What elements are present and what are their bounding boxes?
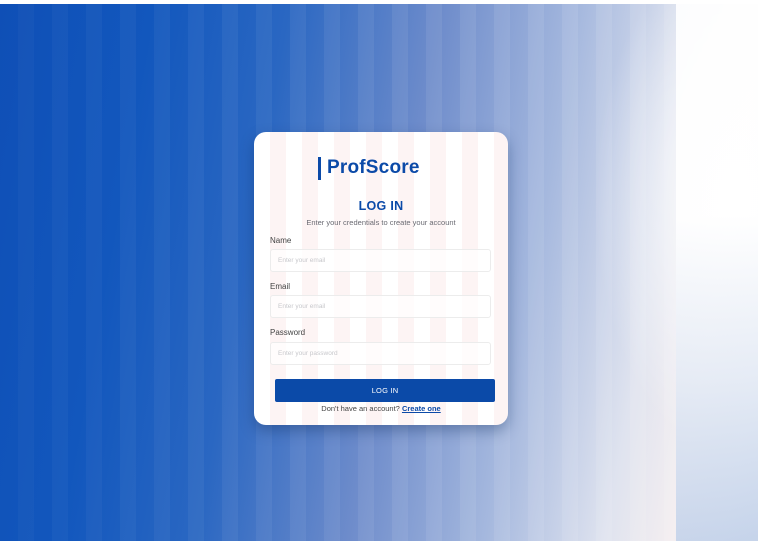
email-label: Email: [270, 282, 291, 291]
password-input[interactable]: [270, 342, 491, 365]
name-input[interactable]: [270, 249, 491, 272]
right-edge-fade: [676, 0, 758, 541]
top-edge: [0, 0, 758, 4]
login-card: ProfScore LOG IN Enter your credentials …: [254, 132, 508, 425]
form-subtitle: Enter your credentials to create your ac…: [306, 218, 456, 227]
email-input[interactable]: [270, 295, 491, 318]
password-label: Password: [270, 328, 306, 337]
brand-name: ProfScore: [327, 157, 420, 178]
signup-row: Don't have an account? Create one: [254, 404, 508, 413]
brand-bar-icon: [318, 156, 321, 180]
create-account-link[interactable]: Create one: [402, 404, 441, 413]
login-button[interactable]: LOG IN: [275, 379, 495, 402]
signup-prompt: Don't have an account?: [321, 404, 400, 413]
form-title: LOG IN: [358, 199, 404, 213]
brand-logo: ProfScore: [318, 156, 420, 180]
name-label: Name: [270, 236, 292, 245]
